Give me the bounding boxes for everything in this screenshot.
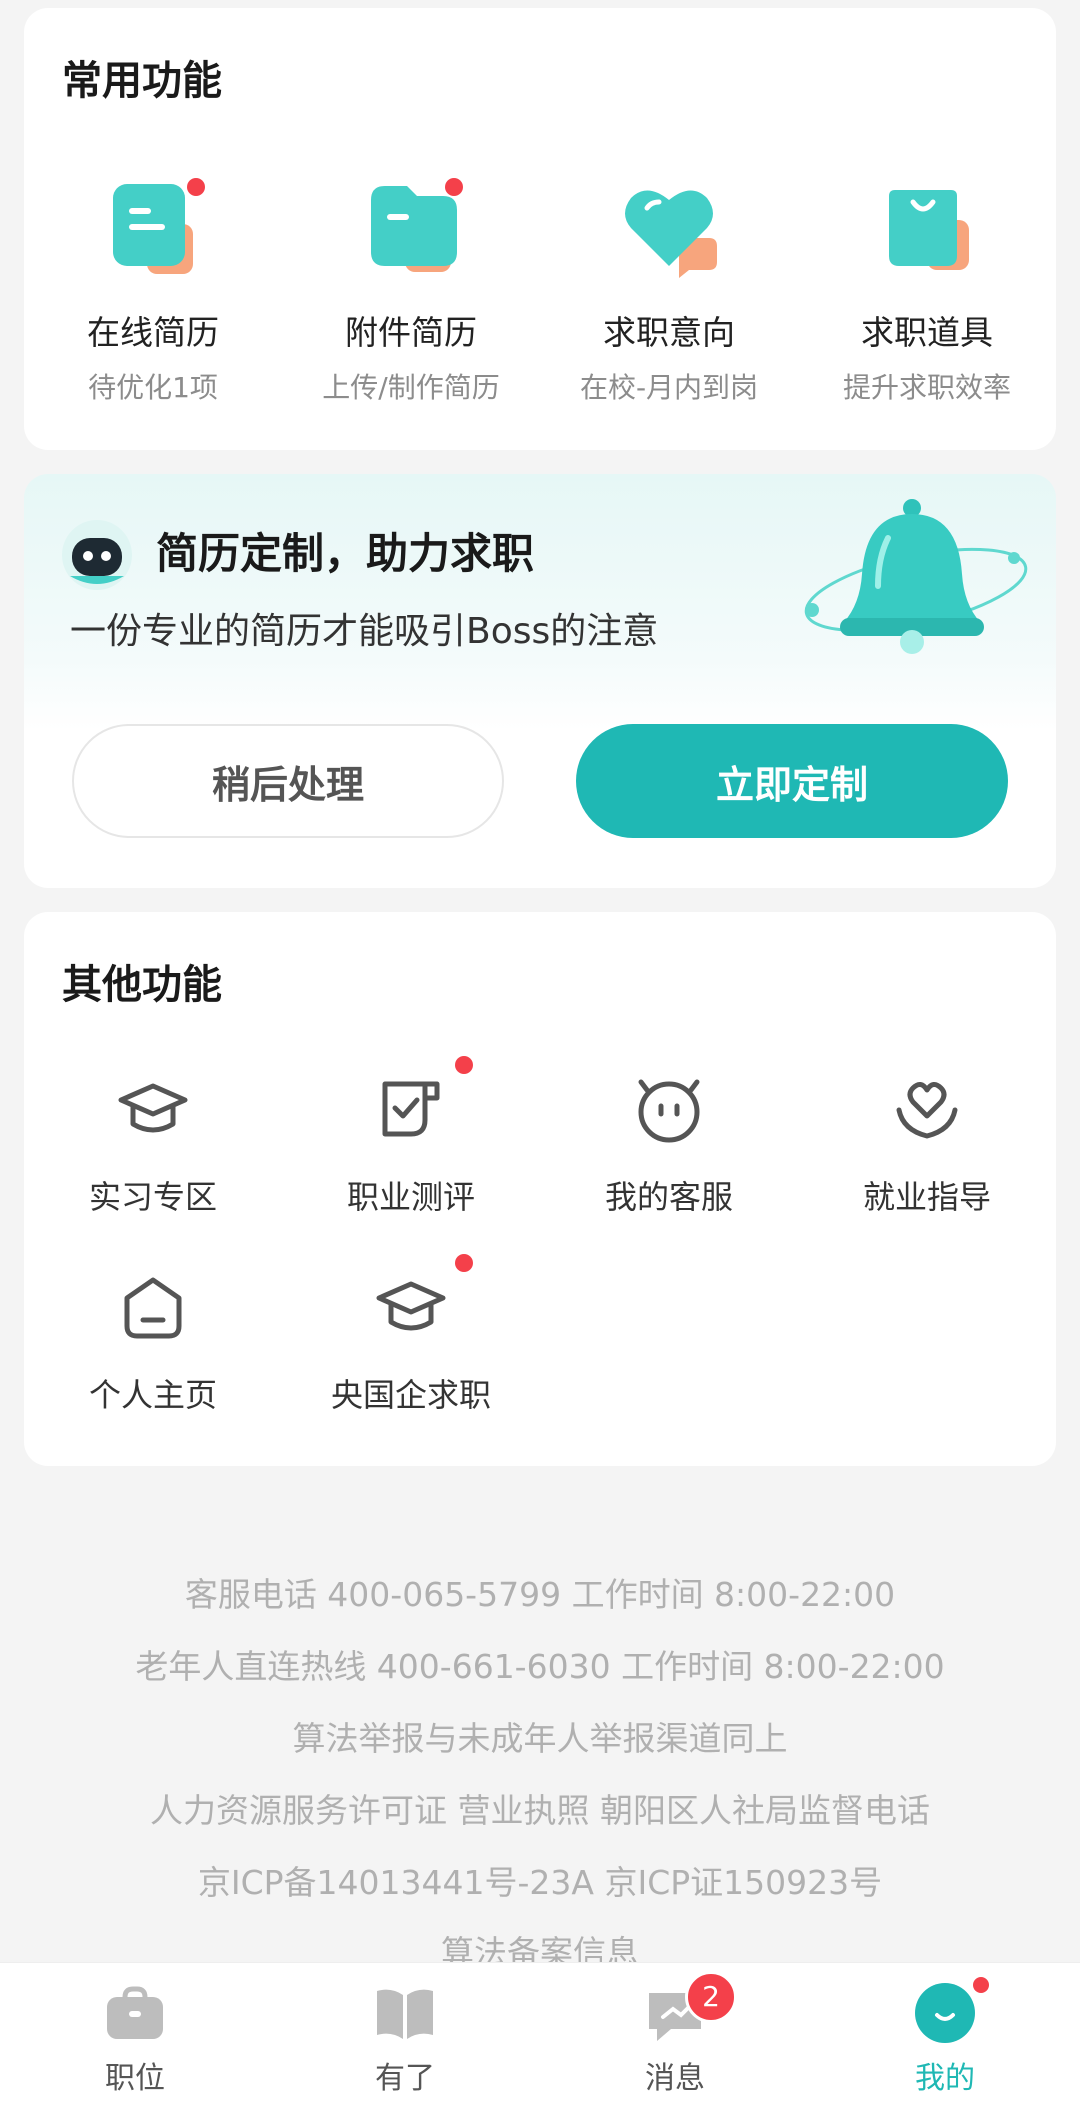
customize-now-button[interactable]: 立即定制 [576,724,1008,838]
tab-jobs[interactable]: 职位 [0,1963,270,2112]
promo-title: 简历定制，助力求职 [156,529,535,578]
bottom-tab-bar: 职位 有了 2 消息 我的 [0,1962,1080,2112]
common-functions-title: 常用功能 [62,58,222,104]
item-label: 个人主页 [88,1376,217,1414]
other-functions-title: 其他功能 [62,962,222,1008]
customer-service-item[interactable]: 我的客服 [540,1070,798,1218]
tab-label: 消息 [645,2061,705,2096]
attachment-resume-item[interactable]: 附件简历 上传/制作简历 [282,168,540,406]
item-title: 求职意向 [603,313,735,352]
footer-report-channel: 算法举报与未成年人举报渠道同上 [292,1719,788,1758]
tab-me[interactable]: 我的 [810,1963,1080,2112]
promo-subtitle: 一份专业的简历才能吸引Boss的注意 [70,611,659,652]
tab-label: 职位 [105,2061,165,2096]
footer-service-phone[interactable]: 客服电话 400-065-5799 工作时间 8:00-22:00 [0,1568,1080,1616]
online-resume-icon [93,168,213,288]
item-title: 附件简历 [345,313,477,352]
item-title: 求职道具 [861,313,993,352]
later-button[interactable]: 稍后处理 [72,724,504,838]
new-dot [187,178,205,196]
robot-avatar-icon [60,518,134,592]
job-tools-item[interactable]: 求职道具 提升求职效率 [798,168,1056,406]
new-dot [445,178,463,196]
other-functions-card: 其他功能 实习专区 职业测评 我的客服 就业指导 个人主页 央国企求职 [24,912,1056,1466]
assessment-icon [371,1056,473,1150]
item-label: 我的客服 [604,1178,733,1216]
bell-illustration-icon [788,494,1048,664]
common-functions-card: 常用功能 在线简历 待优化1项 附件简历 上传/制作简历 求职意向 在校-月内到… [24,8,1056,450]
heart-icon [609,168,729,288]
footer-licenses[interactable]: 人力资源服务许可证 营业执照 朝阳区人社局监督电话 [0,1784,1080,1832]
item-label: 实习专区 [88,1178,217,1216]
item-label: 职业测评 [346,1178,475,1216]
attachment-resume-icon [351,168,471,288]
guidance-icon [887,1070,967,1150]
footer-elderly-hotline[interactable]: 老年人直连热线 400-661-6030 工作时间 8:00-22:00 [0,1640,1080,1688]
job-intention-item[interactable]: 求职意向 在校-月内到岗 [540,168,798,406]
soe-jobs-item[interactable]: 央国企求职 [282,1254,540,1416]
tab-youle[interactable]: 有了 [270,1963,540,2112]
internship-zone-item[interactable]: 实习专区 [24,1070,282,1218]
customer-service-icon [629,1070,709,1150]
resume-promo-card: 简历定制，助力求职 一份专业的简历才能吸引Boss的注意 稍后处理 立即定制 [24,474,1056,888]
item-subtitle: 上传/制作简历 [322,371,500,404]
unread-badge: 2 [685,1971,737,2023]
shopping-bag-icon [867,168,987,288]
item-label: 央国企求职 [330,1376,491,1414]
graduation-cap-icon [113,1070,193,1150]
item-subtitle: 待优化1项 [88,371,218,404]
employment-guidance-item[interactable]: 就业指导 [798,1070,1056,1218]
item-label: 就业指导 [862,1178,991,1216]
item-subtitle: 提升求职效率 [842,371,1011,404]
graduation-cap-icon [371,1254,473,1348]
tab-label: 我的 [915,2061,975,2096]
message-icon: 2 [643,1971,737,2045]
personal-homepage-item[interactable]: 个人主页 [24,1268,282,1416]
profile-icon [913,1977,989,2045]
item-title: 在线简历 [87,313,219,352]
career-assessment-item[interactable]: 职业测评 [282,1056,540,1218]
briefcase-icon [103,1981,167,2045]
item-subtitle: 在校-月内到岗 [579,371,759,404]
tab-messages[interactable]: 2 消息 [540,1963,810,2112]
online-resume-item[interactable]: 在线简历 待优化1项 [24,168,282,406]
tab-label: 有了 [375,2061,435,2096]
new-dot [455,1056,473,1074]
book-icon [373,1981,437,2045]
home-page-icon [113,1268,193,1348]
footer-icp[interactable]: 京ICP备14013441号-23A 京ICP证150923号 [0,1856,1080,1904]
new-dot [455,1254,473,1272]
new-dot [973,1977,989,1993]
